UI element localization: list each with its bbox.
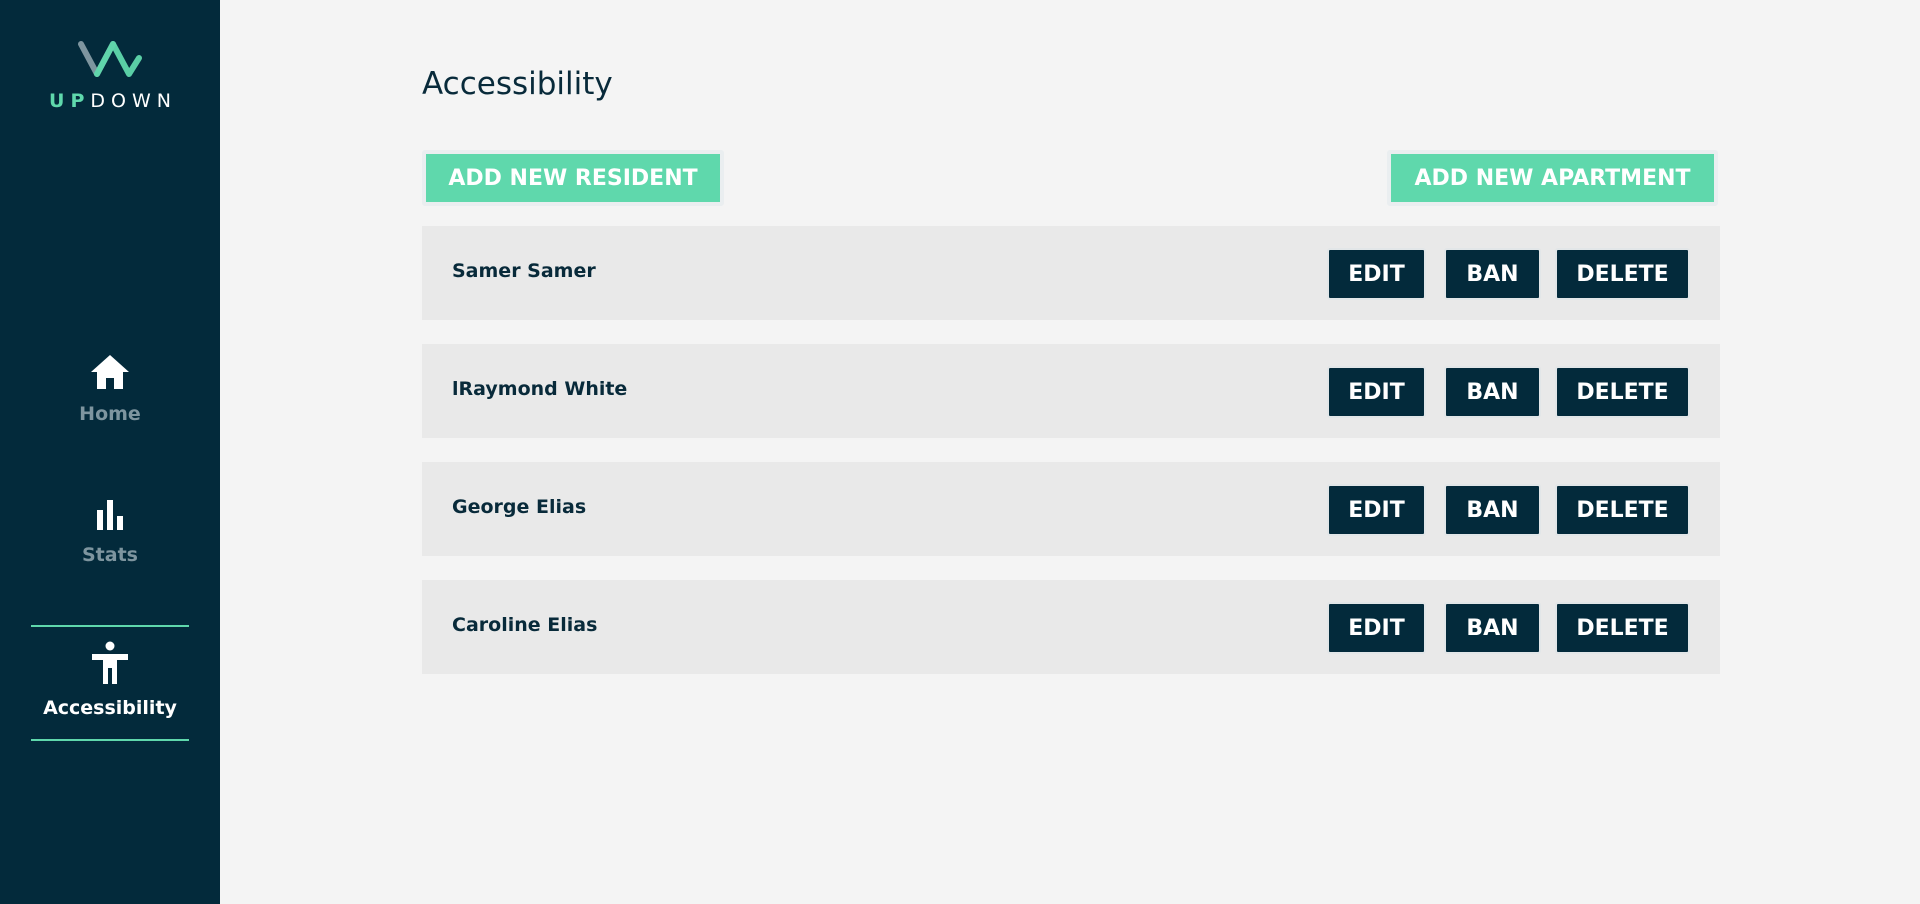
resident-name: Caroline Elias: [452, 614, 598, 636]
ban-button[interactable]: BAN: [1444, 366, 1541, 418]
sidebar-item-stats[interactable]: Stats: [31, 498, 189, 566]
delete-button[interactable]: DELETE: [1555, 248, 1690, 300]
accessibility-icon: [92, 641, 128, 684]
add-new-resident-button[interactable]: ADD NEW RESIDENT: [422, 150, 724, 206]
sidebar-item-label: Stats: [82, 544, 138, 566]
add-new-apartment-button[interactable]: ADD NEW APARTMENT: [1387, 150, 1718, 206]
brand-name-up: UP: [49, 90, 91, 112]
sidebar-item-accessibility[interactable]: Accessibility: [31, 625, 189, 741]
main-content: Accessibility ADD NEW RESIDENT ADD NEW A…: [220, 0, 1920, 904]
delete-button[interactable]: DELETE: [1555, 366, 1690, 418]
updown-logo-icon: [78, 41, 142, 77]
delete-button[interactable]: DELETE: [1555, 602, 1690, 654]
brand-logo[interactable]: UPDOWN: [0, 38, 220, 112]
brand-name-down: DOWN: [90, 90, 177, 112]
ban-button[interactable]: BAN: [1444, 248, 1541, 300]
ban-button[interactable]: BAN: [1444, 484, 1541, 536]
resident-row: Caroline Elias EDIT BAN DELETE: [422, 580, 1720, 674]
delete-button[interactable]: DELETE: [1555, 484, 1690, 536]
brand-name: UPDOWN: [0, 90, 220, 112]
edit-button[interactable]: EDIT: [1327, 484, 1426, 536]
sidebar-item-label: Accessibility: [43, 697, 177, 719]
edit-button[interactable]: EDIT: [1327, 602, 1426, 654]
sidebar-item-label: Home: [79, 403, 141, 425]
resident-row: Samer Samer EDIT BAN DELETE: [422, 226, 1720, 320]
resident-row: lRaymond White EDIT BAN DELETE: [422, 344, 1720, 438]
resident-name: George Elias: [452, 496, 587, 518]
sidebar: UPDOWN Home Stats Accessibility: [0, 0, 220, 904]
sidebar-item-home[interactable]: Home: [31, 353, 189, 425]
ban-button[interactable]: BAN: [1444, 602, 1541, 654]
resident-row: George Elias EDIT BAN DELETE: [422, 462, 1720, 556]
edit-button[interactable]: EDIT: [1327, 248, 1426, 300]
resident-list: Samer Samer EDIT BAN DELETE lRaymond Whi…: [422, 226, 1720, 698]
resident-name: lRaymond White: [452, 378, 628, 400]
bar-chart-icon: [97, 500, 123, 530]
resident-name: Samer Samer: [452, 260, 596, 282]
page-title: Accessibility: [422, 66, 613, 102]
home-icon: [91, 355, 129, 389]
edit-button[interactable]: EDIT: [1327, 366, 1426, 418]
